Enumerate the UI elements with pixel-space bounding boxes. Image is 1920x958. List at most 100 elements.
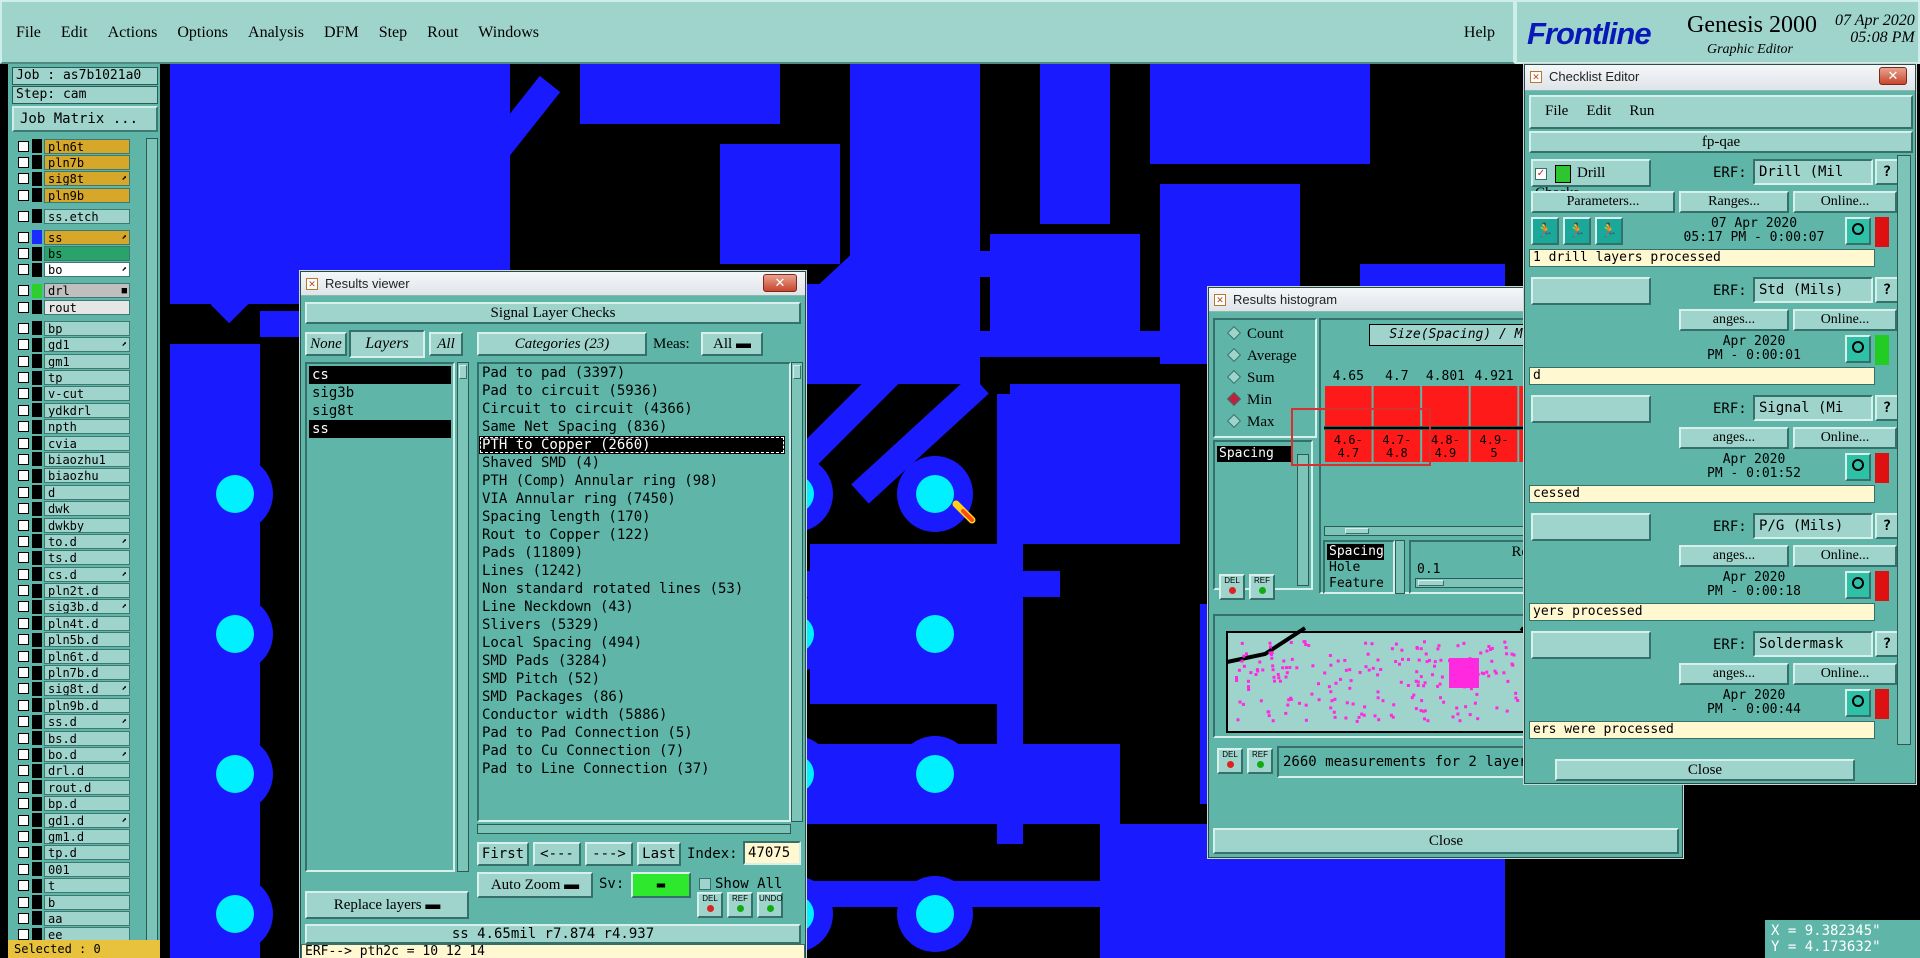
- layer-checkbox[interactable]: [18, 404, 29, 416]
- layer-color-swatch[interactable]: [32, 681, 42, 696]
- layer-checkbox[interactable]: [18, 372, 29, 384]
- category-item[interactable]: PTH to Copper (2660): [479, 436, 785, 454]
- category-item[interactable]: Lines (1242): [479, 562, 785, 580]
- layer-name[interactable]: cvia: [44, 435, 130, 451]
- layer-checkbox[interactable]: [18, 248, 29, 260]
- layer-name[interactable]: d: [44, 484, 130, 500]
- meas-dropdown[interactable]: All ▬: [701, 332, 763, 356]
- layer-checkbox[interactable]: [18, 568, 29, 580]
- layer-name[interactable]: rout: [44, 299, 130, 315]
- layer-color-swatch[interactable]: [32, 632, 42, 647]
- layer-checkbox[interactable]: [18, 210, 29, 222]
- layer-checkbox[interactable]: [18, 601, 29, 613]
- layer-name[interactable]: bp.d: [44, 796, 130, 812]
- layer-name[interactable]: b: [44, 894, 130, 910]
- layer-color-swatch[interactable]: [32, 698, 42, 713]
- category-item[interactable]: Rout to Copper (122): [479, 526, 785, 544]
- layer-name[interactable]: ts.d: [44, 550, 130, 566]
- ranges-button[interactable]: anges...: [1679, 427, 1789, 449]
- menu-edit[interactable]: Edit: [61, 24, 88, 42]
- layer-row[interactable]: bp: [12, 320, 142, 336]
- layer-name[interactable]: drl ■: [44, 283, 130, 299]
- ranges-button[interactable]: anges...: [1679, 663, 1789, 685]
- category-item[interactable]: Same Net Spacing (836): [479, 418, 785, 436]
- layer-checkbox[interactable]: [18, 437, 29, 449]
- layer-color-swatch[interactable]: [32, 862, 42, 877]
- layer-name[interactable]: pln7b.d: [44, 665, 130, 681]
- layer-color-swatch[interactable]: [32, 209, 42, 224]
- layer-checkbox[interactable]: [18, 650, 29, 662]
- layer-color-swatch[interactable]: [32, 262, 42, 277]
- layer-row[interactable]: biaozhu1: [12, 451, 142, 467]
- layer-list-scrollbar[interactable]: [146, 138, 158, 944]
- layer-checkbox[interactable]: [18, 699, 29, 711]
- layer-row[interactable]: drl ■: [12, 283, 142, 299]
- layer-checkbox[interactable]: [18, 388, 29, 400]
- layer-name[interactable]: rout.d: [44, 779, 130, 795]
- layer-row[interactable]: gd1 ⬈: [12, 337, 142, 353]
- layer-color-swatch[interactable]: [32, 731, 42, 746]
- help-button[interactable]: ?: [1875, 159, 1899, 185]
- layer-row[interactable]: bo ⬈: [12, 262, 142, 278]
- category-item[interactable]: VIA Annular ring (7450): [479, 490, 785, 508]
- layer-checkbox[interactable]: [18, 421, 29, 433]
- erf-field[interactable]: P/G (Mils): [1753, 513, 1873, 539]
- layer-color-swatch[interactable]: [32, 468, 42, 483]
- layer-checkbox[interactable]: [18, 765, 29, 777]
- layer-name[interactable]: bp: [44, 320, 130, 336]
- menu-windows[interactable]: Windows: [478, 24, 539, 42]
- layer-row[interactable]: b: [12, 894, 142, 910]
- option-count[interactable]: Count: [1226, 325, 1284, 343]
- del-button[interactable]: DEL: [697, 892, 723, 918]
- layer-row[interactable]: ss.d ⬈: [12, 714, 142, 730]
- menu-analysis[interactable]: Analysis: [248, 24, 304, 42]
- layer-name[interactable]: bs: [44, 246, 130, 262]
- help-button[interactable]: ?: [1875, 277, 1899, 303]
- layer-checkbox[interactable]: [18, 519, 29, 531]
- category-item[interactable]: Local Spacing (494): [479, 634, 785, 652]
- checklist-menu-edit[interactable]: Edit: [1586, 103, 1611, 120]
- layer-row[interactable]: aa: [12, 910, 142, 926]
- layer-row[interactable]: pln6t.d: [12, 648, 142, 664]
- layer-checkbox[interactable]: [18, 453, 29, 465]
- layer-checkbox[interactable]: [18, 156, 29, 168]
- checklist-menu-run[interactable]: Run: [1629, 103, 1654, 120]
- layer-row[interactable]: ydkdrl: [12, 402, 142, 418]
- layer-color-swatch[interactable]: [32, 370, 42, 385]
- layer-row[interactable]: bo.d ⬈: [12, 747, 142, 763]
- online-button[interactable]: Online...: [1793, 663, 1897, 685]
- none-button[interactable]: None: [305, 332, 347, 356]
- layer-checkbox[interactable]: [18, 929, 29, 941]
- ranges-button[interactable]: anges...: [1679, 309, 1789, 331]
- sv-color-dropdown[interactable]: ▬: [631, 872, 691, 898]
- layer-row[interactable]: tp: [12, 370, 142, 386]
- layer-row[interactable]: bp.d: [12, 796, 142, 812]
- layer-checkbox[interactable]: [18, 470, 29, 482]
- first-button[interactable]: First: [477, 842, 529, 866]
- layers-list-scrollbar[interactable]: [457, 362, 469, 872]
- histogram-bar[interactable]: [1470, 386, 1518, 426]
- category-item[interactable]: Pads (11809): [479, 544, 785, 562]
- menu-rout[interactable]: Rout: [427, 24, 458, 42]
- layer-color-swatch[interactable]: [32, 155, 42, 170]
- layer-color-swatch[interactable]: [32, 616, 42, 631]
- option-average[interactable]: Average: [1226, 347, 1297, 365]
- layer-name[interactable]: biaozhu: [44, 468, 130, 484]
- layer-color-swatch[interactable]: [32, 895, 42, 910]
- layer-name[interactable]: dwkby: [44, 517, 130, 533]
- layer-row[interactable]: ts.d: [12, 550, 142, 566]
- layer-checkbox[interactable]: [18, 912, 29, 924]
- layer-checkbox[interactable]: [18, 535, 29, 547]
- layer-color-swatch[interactable]: [32, 763, 42, 778]
- layer-name[interactable]: bo.d ⬈: [44, 747, 130, 762]
- layer-checkbox[interactable]: [18, 301, 29, 313]
- option-max[interactable]: Max: [1226, 413, 1275, 431]
- layer-color-swatch[interactable]: [32, 452, 42, 467]
- results-layer-item[interactable]: cs: [309, 366, 451, 384]
- ref-button[interactable]: REF: [727, 892, 753, 918]
- undo-button[interactable]: UNDO: [757, 892, 783, 918]
- layer-color-swatch[interactable]: [32, 665, 42, 680]
- category-item[interactable]: Spacing length (170): [479, 508, 785, 526]
- category-item[interactable]: Pad to pad (3397): [479, 364, 785, 382]
- index-field[interactable]: 47075: [743, 841, 801, 865]
